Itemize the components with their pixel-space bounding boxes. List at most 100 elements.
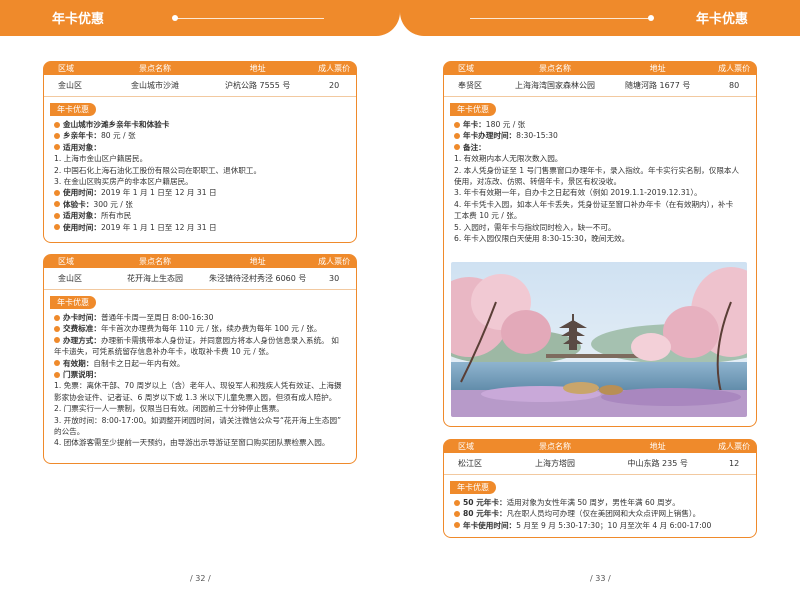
detail-text: 2. 本人凭身份证至 1 号门售票窗口办理年卡，录入指纹。年卡实行实名制，仅限本… bbox=[454, 165, 740, 175]
cell-region: 奉贤区 bbox=[458, 81, 482, 90]
col-region: 区域 bbox=[58, 257, 74, 266]
attraction-card-fangta-park: 区域 景点名称 地址 成人票价 松江区 上海方塔园 中山东路 235 号 12 … bbox=[443, 439, 757, 538]
col-attraction: 景点名称 bbox=[539, 64, 571, 73]
bullet-dot-icon bbox=[54, 121, 60, 128]
col-attraction: 景点名称 bbox=[139, 257, 171, 266]
detail-text: 80 元 / 张 bbox=[100, 131, 136, 141]
header-decoration-line bbox=[176, 18, 324, 19]
detail-text: 2019 年 1 月 1 日至 12 月 31 日 bbox=[100, 222, 217, 232]
detail-label: 乡亲年卡： bbox=[63, 131, 101, 141]
detail-text: 8:30-15:30 bbox=[516, 131, 558, 141]
detail-text: 2. 中国石化上海石油化工股份有限公司在职职工、退休职工。 bbox=[54, 165, 262, 175]
discount-details: 年卡：180 元 / 张年卡办理时间：8:30-15:30 备注： 1. 有效期内本… bbox=[444, 119, 756, 250]
detail-line: 1. 上海市金山区户籍居民。 bbox=[54, 153, 348, 164]
detail-line: 3. 年卡有效期一年，自办卡之日起有效（例如 2019.1.1-2019.12.… bbox=[454, 187, 748, 198]
detail-text: 4. 年卡凭卡入园，如本人年卡丢失，凭身份证至窗口补办年卡（在有效期内），补卡 bbox=[454, 199, 734, 209]
detail-text: 4. 团体游客需至少提前一天预约，由导游出示导游证至窗口购买团队票检票入园。 bbox=[54, 438, 330, 448]
col-price: 成人票价 bbox=[718, 442, 751, 451]
detail-line: 适用对象： bbox=[54, 142, 348, 153]
bullet-dot-icon bbox=[454, 499, 460, 506]
discount-tag: 年卡优惠 bbox=[50, 103, 96, 116]
detail-text: 300 元 / 张 bbox=[93, 199, 133, 209]
detail-line: 年卡：180 元 / 张 bbox=[454, 119, 748, 130]
detail-line: 年卡使用时间：5 月至 9 月 5:30-17:30；10 月至次年 4 月 6… bbox=[454, 520, 748, 531]
detail-line: 2. 门票实行一人一票制，仅限当日有效。闭园前三十分钟停止售票。 bbox=[54, 403, 348, 414]
detail-text: 所有市民 bbox=[100, 211, 132, 221]
detail-text: 工本费 10 元 / 张。 bbox=[454, 211, 522, 221]
detail-label: 年卡使用时间： bbox=[463, 520, 517, 530]
cell-region: 金山区 bbox=[58, 274, 82, 283]
cell-price: 80 bbox=[729, 81, 740, 90]
detail-line: 有效期：自制卡之日起一年内有效。 bbox=[54, 358, 348, 369]
detail-label: 有效期： bbox=[63, 358, 94, 368]
bullet-dot-icon bbox=[54, 201, 60, 208]
cell-address: 朱泾镇待泾村秀泾 6060 号 bbox=[208, 274, 307, 283]
col-region: 区域 bbox=[458, 64, 474, 73]
header-decoration-dot bbox=[648, 15, 654, 21]
detail-line: 影家协会证件、记者证、6 周岁以下或 1.3 米以下儿童免票入园，但须有成人陪护… bbox=[54, 392, 348, 403]
detail-label: 80 元年卡： bbox=[463, 509, 507, 519]
col-price: 成人票价 bbox=[318, 257, 351, 266]
bullet-dot-icon bbox=[54, 360, 60, 367]
detail-line: 工本费 10 元 / 张。 bbox=[454, 210, 748, 221]
detail-line: 50 元年卡：适用对象为女性年满 50 周岁，男性年满 60 周岁。 bbox=[454, 497, 748, 508]
detail-text: 1. 免票：离休干部、70 周岁以上（含）老年人、现役军人和残疾人凭有效证、上海… bbox=[54, 381, 342, 391]
col-address: 地址 bbox=[649, 442, 666, 451]
bullet-dot-icon bbox=[454, 121, 460, 128]
page-number-left: / 32 / bbox=[190, 574, 211, 583]
detail-line: 6. 年卡入园仅限白天使用 8:30-15:30，晚间无效。 bbox=[454, 233, 748, 244]
bullet-dot-icon bbox=[54, 144, 60, 151]
detail-label: 办理方式： bbox=[63, 335, 101, 345]
col-attraction: 景点名称 bbox=[539, 442, 571, 451]
discount-details: 办卡时间：普通年卡周一至周日 8:00-16:30 交费标准：年卡首次办理费为每年… bbox=[44, 312, 356, 455]
detail-text: 凡在职人员均可办理（仅在美团网和大众点评网上销售）。 bbox=[506, 509, 701, 519]
cell-address: 中山东路 235 号 bbox=[627, 459, 688, 468]
detail-text: 普通年卡周一至周日 8:00-16:30 bbox=[100, 313, 214, 322]
detail-text: 1. 上海市金山区户籍居民。 bbox=[54, 154, 148, 164]
table-row: 金山区 花开海上生态园 朱泾镇待泾村秀泾 6060 号 30 bbox=[44, 268, 356, 290]
detail-line: 80 元年卡：凡在职人员均可办理（仅在美团网和大众点评网上销售）。 bbox=[454, 508, 748, 519]
detail-text: 2019 年 1 月 1 日至 12 月 31 日 bbox=[100, 188, 217, 198]
col-address: 地址 bbox=[249, 64, 266, 73]
detail-line: 4. 团体游客需至少提前一天预约，由导游出示导游证至窗口购买团队票检票入园。 bbox=[54, 437, 348, 448]
detail-line: 办理方式：办理新卡需携带本人身份证，并同意园方将本人身份信息录入系统。 如 bbox=[54, 335, 348, 346]
cell-attraction: 金山城市沙滩 bbox=[131, 81, 179, 90]
detail-text: 年卡遗失，可凭系统留存信息补办年卡，收取补卡费 10 元 / 张。 bbox=[54, 347, 274, 357]
header-bar-right: 年卡优惠 bbox=[400, 0, 800, 36]
page-number-right: / 33 / bbox=[590, 574, 611, 583]
bullet-dot-icon bbox=[454, 132, 460, 139]
bullet-dot-icon bbox=[54, 337, 60, 344]
detail-text: 6. 年卡入园仅限白天使用 8:30-15:30，晚间无效。 bbox=[454, 234, 630, 244]
discount-details: 50 元年卡：适用对象为女性年满 50 周岁，男性年满 60 周岁。 80 元年卡… bbox=[444, 497, 756, 537]
detail-label: 体验卡： bbox=[63, 199, 94, 209]
bullet-dot-icon bbox=[454, 522, 460, 529]
header-decoration-line bbox=[470, 18, 650, 19]
detail-label: 备注： bbox=[463, 142, 486, 152]
detail-line: 金山城市沙滩乡亲年卡和体验卡 bbox=[54, 119, 348, 130]
bullet-dot-icon bbox=[54, 314, 60, 321]
detail-line: 4. 年卡凭卡入园，如本人年卡丢失，凭身份证至窗口补办年卡（在有效期内），补卡 bbox=[454, 199, 748, 210]
table-header: 区域 景点名称 地址 成人票价 bbox=[444, 440, 756, 453]
table-header: 区域 景点名称 地址 成人票价 bbox=[44, 62, 356, 75]
attraction-card-huakai-park: 区域 景点名称 地址 成人票价 金山区 花开海上生态园 朱泾镇待泾村秀泾 606… bbox=[43, 254, 357, 464]
detail-text: 年卡首次办理费为每年 110 元 / 张，续办费为每年 100 元 / 张。 bbox=[100, 324, 322, 334]
table-row: 奉贤区 上海海湾国家森林公园 随塘河路 1677 号 80 bbox=[444, 75, 756, 97]
col-address: 地址 bbox=[649, 64, 666, 73]
table-header: 区域 景点名称 地址 成人票价 bbox=[444, 62, 756, 75]
discount-tag: 年卡优惠 bbox=[50, 296, 96, 309]
detail-text: 3. 年卡有效期一年，自办卡之日起有效（例如 2019.1.1-2019.12.… bbox=[454, 188, 702, 198]
cell-region: 松江区 bbox=[458, 459, 482, 468]
detail-text: 3. 开放时间：8:00-17:00。如调整开闭园时间，请关注微信公众号“花开海… bbox=[54, 415, 342, 425]
bullet-dot-icon bbox=[54, 325, 60, 332]
detail-label: 门票说明： bbox=[63, 370, 101, 380]
detail-label: 办卡时间： bbox=[63, 313, 101, 322]
attraction-card-jinshan-beach: 区域 景点名称 地址 成人票价 金山区 金山城市沙滩 沪杭公路 7555 号 2… bbox=[43, 61, 357, 243]
detail-label: 年卡： bbox=[463, 120, 486, 129]
bullet-dot-icon bbox=[54, 224, 60, 231]
detail-text: 使用，对冻改、仿照、转借年卡，景区有权没收。 bbox=[454, 177, 622, 187]
cell-price: 12 bbox=[729, 459, 740, 468]
cell-address: 随塘河路 1677 号 bbox=[624, 81, 691, 90]
detail-text: 自制卡之日起一年内有效。 bbox=[93, 358, 185, 368]
detail-label: 使用时间： bbox=[63, 222, 101, 232]
discount-details: 金山城市沙滩乡亲年卡和体验卡 乡亲年卡：80 元 / 张适用对象： 1. 上海市金山… bbox=[44, 119, 356, 239]
